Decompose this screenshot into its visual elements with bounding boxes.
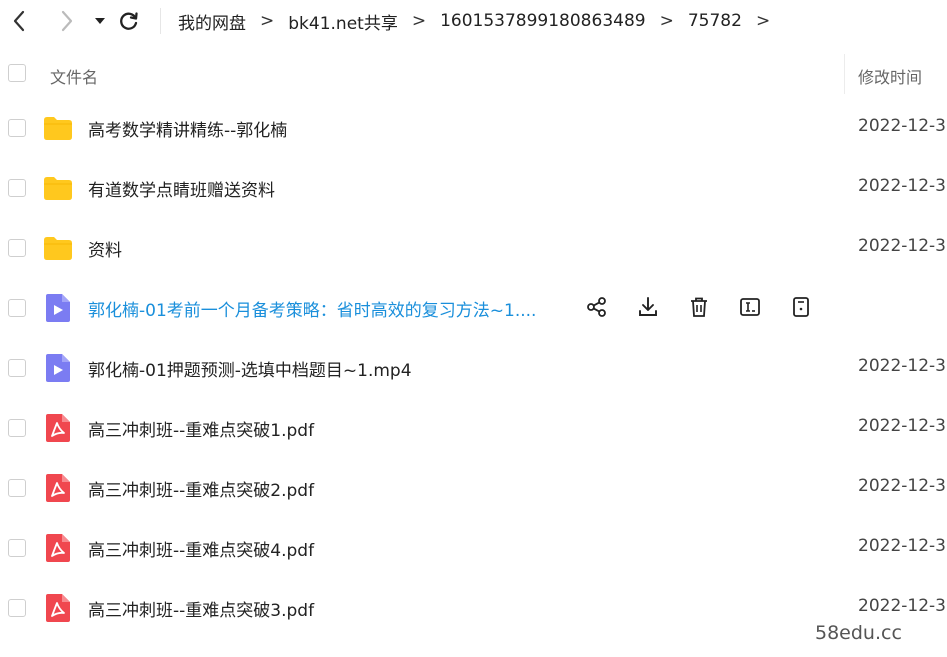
row-checkbox[interactable] (8, 539, 26, 557)
folder-row[interactable]: 高考数学精讲精练--郭化楠 2022-12-3 (0, 98, 947, 158)
share-icon[interactable] (584, 294, 610, 320)
row-action-bar (584, 294, 839, 322)
file-row[interactable]: 郭化楠-01考前一个月备考策略：省时高效的复习方法~1.... (0, 278, 947, 338)
column-header-name[interactable]: 文件名 (50, 64, 98, 88)
file-row[interactable]: 高三冲刺班--重难点突破3.pdf 2022-12-3 (0, 578, 947, 638)
breadcrumb-item-root[interactable]: 我的网盘 (178, 9, 246, 34)
breadcrumb-separator: > (260, 11, 275, 31)
file-name[interactable]: 有道数学点睛班赠送资料 (88, 176, 275, 201)
pdf-file-icon (42, 472, 74, 504)
row-checkbox[interactable] (8, 479, 26, 497)
modified-time: 2022-12-3 (858, 476, 946, 496)
file-row[interactable]: 高三冲刺班--重难点突破4.pdf 2022-12-3 (0, 518, 947, 578)
modified-time: 2022-12-3 (858, 116, 946, 136)
row-checkbox[interactable] (8, 419, 26, 437)
rename-icon[interactable] (737, 294, 763, 320)
refresh-icon[interactable] (118, 10, 140, 32)
file-name[interactable]: 资料 (88, 236, 122, 261)
row-checkbox[interactable] (8, 359, 26, 377)
modified-time: 2022-12-3 (858, 416, 946, 436)
file-name[interactable]: 高三冲刺班--重难点突破2.pdf (88, 476, 314, 501)
back-icon[interactable] (8, 10, 30, 32)
file-name[interactable]: 高三冲刺班--重难点突破4.pdf (88, 536, 314, 561)
breadcrumb-item-id[interactable]: 1601537899180863489 (440, 11, 646, 31)
delete-icon[interactable] (686, 294, 712, 320)
modified-time: 2022-12-3 (858, 236, 946, 256)
file-name[interactable]: 高考数学精讲精练--郭化楠 (88, 116, 287, 141)
column-divider[interactable] (844, 54, 845, 94)
file-name[interactable]: 郭化楠-01押题预测-选填中档题目~1.mp4 (88, 356, 412, 381)
breadcrumb-separator: > (659, 11, 674, 31)
pdf-file-icon (42, 532, 74, 564)
row-checkbox[interactable] (8, 599, 26, 617)
file-list-header: 文件名 修改时间 (0, 52, 947, 98)
video-file-icon (42, 292, 74, 324)
folder-icon (42, 172, 74, 204)
breadcrumb-separator: > (411, 11, 427, 31)
file-name[interactable]: 郭化楠-01考前一个月备考策略：省时高效的复习方法~1.... (88, 296, 536, 321)
folder-row[interactable]: 有道数学点睛班赠送资料 2022-12-3 (0, 158, 947, 218)
breadcrumb-item-share[interactable]: bk41.net共享 (288, 9, 398, 34)
modified-time: 2022-12-3 (858, 356, 946, 376)
row-checkbox[interactable] (8, 239, 26, 257)
breadcrumb-item-current[interactable]: 75782 (688, 11, 742, 31)
watermark: 58edu.cc (815, 622, 902, 644)
folder-row[interactable]: 资料 2022-12-3 (0, 218, 947, 278)
pdf-file-icon (42, 412, 74, 444)
history-dropdown-icon[interactable] (92, 12, 108, 30)
row-checkbox[interactable] (8, 299, 26, 317)
column-header-modified-time[interactable]: 修改时间 (858, 64, 922, 88)
modified-time: 2022-12-3 (858, 536, 946, 556)
video-file-icon (42, 352, 74, 384)
pdf-file-icon (42, 592, 74, 624)
folder-icon (42, 232, 74, 264)
file-row[interactable]: 高三冲刺班--重难点突破1.pdf 2022-12-3 (0, 398, 947, 458)
breadcrumb: 我的网盘 > bk41.net共享 > 1601537899180863489 … (178, 8, 784, 34)
file-name[interactable]: 高三冲刺班--重难点突破3.pdf (88, 596, 314, 621)
breadcrumb-separator: > (755, 11, 771, 31)
toolbar-divider (160, 8, 161, 34)
row-checkbox[interactable] (8, 119, 26, 137)
file-row[interactable]: 高三冲刺班--重难点突破2.pdf 2022-12-3 (0, 458, 947, 518)
row-checkbox[interactable] (8, 179, 26, 197)
download-icon[interactable] (635, 294, 661, 320)
top-bar: 我的网盘 > bk41.net共享 > 1601537899180863489 … (0, 0, 947, 42)
select-all-checkbox[interactable] (8, 64, 26, 82)
folder-icon (42, 112, 74, 144)
more-info-icon[interactable] (788, 294, 814, 320)
forward-icon[interactable] (56, 10, 78, 32)
file-row[interactable]: 郭化楠-01押题预测-选填中档题目~1.mp4 2022-12-3 (0, 338, 947, 398)
modified-time: 2022-12-3 (858, 596, 946, 616)
file-name[interactable]: 高三冲刺班--重难点突破1.pdf (88, 416, 314, 441)
modified-time: 2022-12-3 (858, 176, 946, 196)
